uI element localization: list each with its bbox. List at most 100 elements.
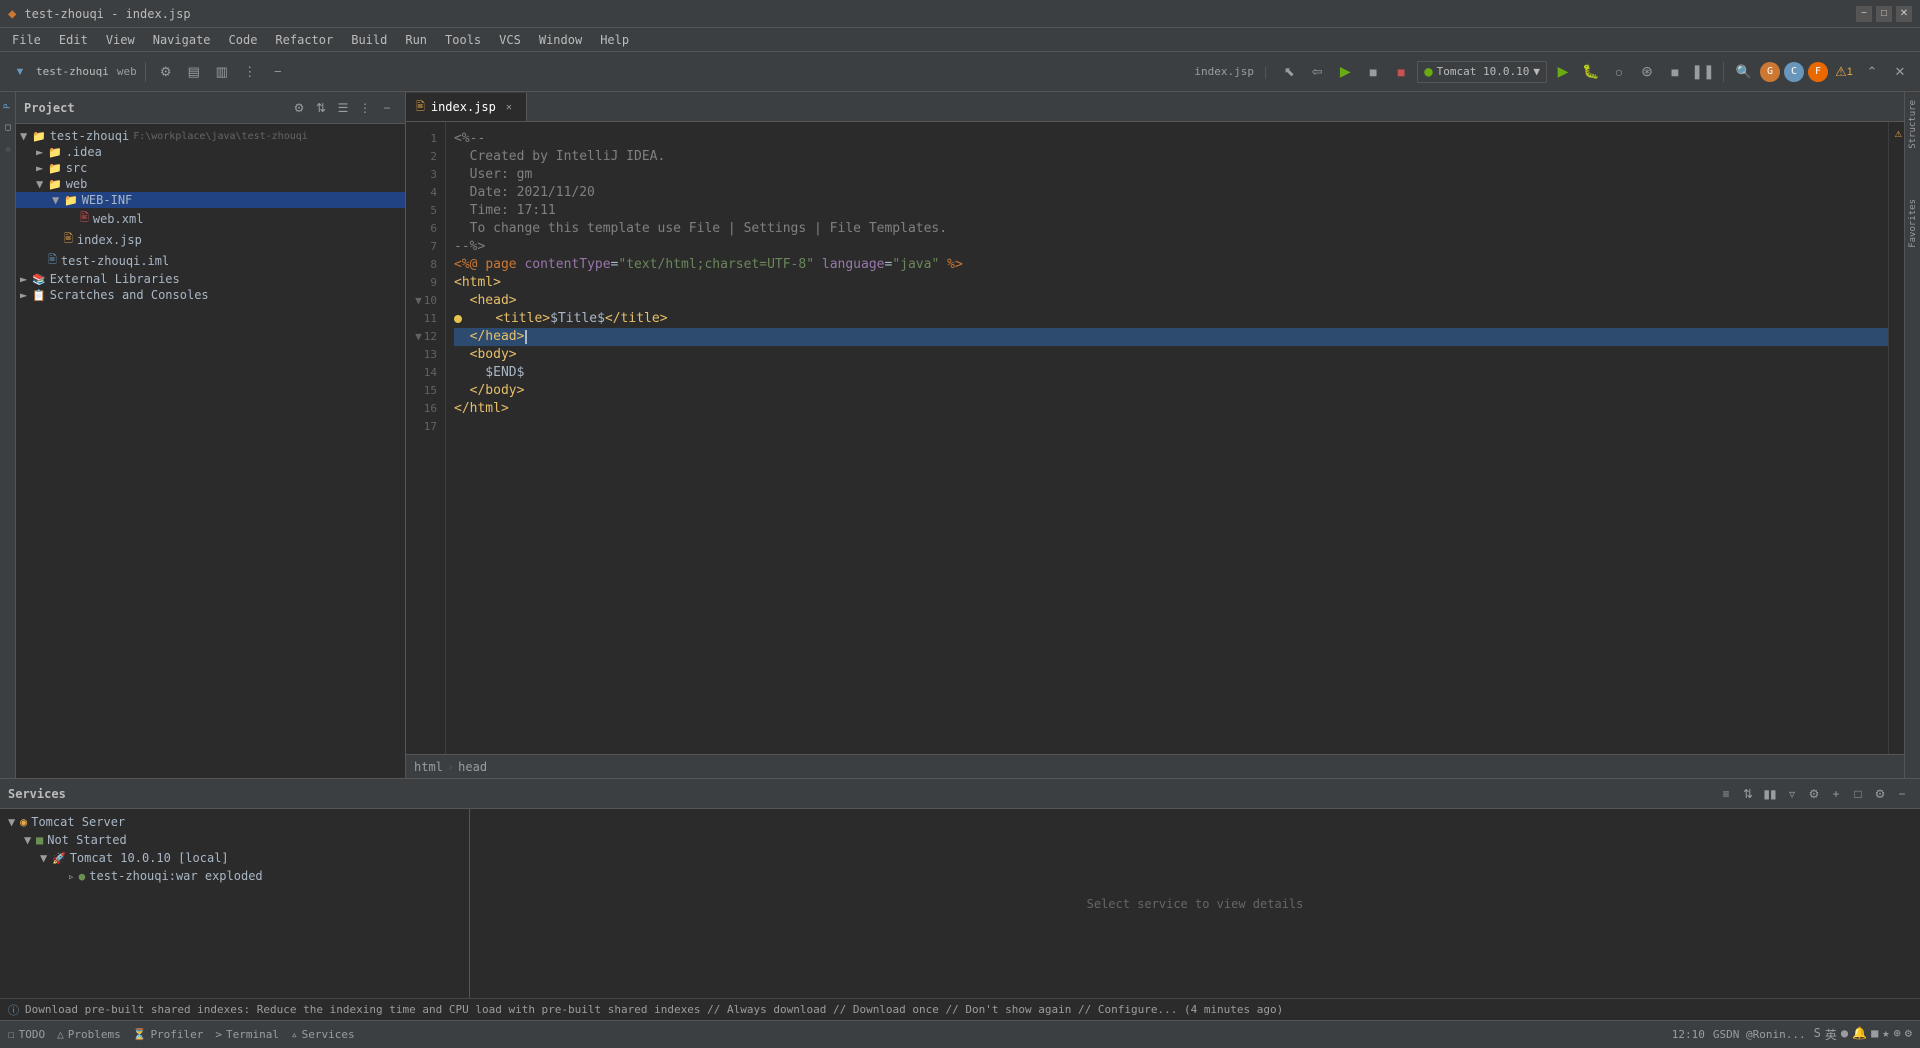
- breadcrumb-html[interactable]: html: [414, 760, 443, 774]
- breadcrumb-head[interactable]: head: [458, 760, 487, 774]
- menu-edit[interactable]: Edit: [51, 31, 96, 49]
- run-config-dropdown[interactable]: ● Tomcat 10.0.10 ▼: [1417, 61, 1547, 83]
- status-terminal[interactable]: > Terminal: [215, 1028, 279, 1041]
- menu-file[interactable]: File: [4, 31, 49, 49]
- code-line-2: Created by IntelliJ IDEA.: [454, 148, 1888, 166]
- line-num-8: 8: [406, 256, 445, 274]
- debug-btn[interactable]: 🐛: [1579, 60, 1603, 84]
- window-title: test-zhouqi - index.jsp: [24, 7, 190, 21]
- toolbar-collapse-btn[interactable]: ▤: [182, 60, 206, 84]
- toolbar-back-btn[interactable]: ⇦: [1305, 60, 1329, 84]
- status-icon-3[interactable]: ●: [1841, 1026, 1848, 1043]
- coverage-btn[interactable]: ○: [1607, 60, 1631, 84]
- menu-vcs[interactable]: VCS: [491, 31, 529, 49]
- build-button[interactable]: ■: [1361, 60, 1385, 84]
- code-editor[interactable]: 1 2 3 4 5 6 7 8 9 ▼10 11 ▼12 13 14 15 16…: [406, 122, 1904, 754]
- sidebar-fav-icon[interactable]: ☆: [1, 140, 15, 160]
- menu-window[interactable]: Window: [531, 31, 590, 49]
- line-num-4: 4: [406, 184, 445, 202]
- menu-navigate[interactable]: Navigate: [145, 31, 219, 49]
- favorites-label[interactable]: Favorites: [1904, 195, 1920, 252]
- sidebar-vcs-icon[interactable]: ▢: [1, 118, 15, 138]
- gutter-warning[interactable]: ⚠: [1895, 126, 1902, 140]
- tree-item-web[interactable]: ▼ 📁 web: [16, 176, 405, 192]
- debug-stop-button[interactable]: ■: [1389, 60, 1413, 84]
- svc-group[interactable]: ▮▮: [1760, 784, 1780, 804]
- close-button[interactable]: ✕: [1896, 6, 1912, 22]
- svc-item-not-started[interactable]: ▼ ■ Not Started: [0, 831, 469, 849]
- panel-gear-btn[interactable]: ⚙: [289, 98, 309, 118]
- menu-help[interactable]: Help: [592, 31, 637, 49]
- tree-item-ext-libs[interactable]: ► 📚 External Libraries: [16, 271, 405, 287]
- line-num-6: 6: [406, 220, 445, 238]
- svc-expand-panel[interactable]: □: [1848, 784, 1868, 804]
- sidebar-project-icon[interactable]: P: [1, 96, 15, 116]
- tree-item-root[interactable]: ▼ 📁 test-zhouqi F:\workplace\java\test-z…: [16, 128, 405, 144]
- tree-item-src[interactable]: ► 📁 src: [16, 160, 405, 176]
- status-icon-7[interactable]: ⊕: [1894, 1026, 1901, 1043]
- toolbar-settings-btn[interactable]: ⚙: [154, 60, 178, 84]
- status-icon-2[interactable]: 英: [1825, 1026, 1837, 1043]
- menu-refactor[interactable]: Refactor: [267, 31, 341, 49]
- tree-item-scratches[interactable]: ► 📋 Scratches and Consoles: [16, 287, 405, 303]
- panel-header-buttons: ⚙ ⇅ ☰ ⋮ −: [289, 98, 397, 118]
- menu-build[interactable]: Build: [343, 31, 395, 49]
- svc-expand-all[interactable]: ⇅: [1738, 784, 1758, 804]
- run-button[interactable]: ▶: [1333, 60, 1357, 84]
- pause-btn[interactable]: ❚❚: [1691, 60, 1715, 84]
- panel-minimize-btn[interactable]: −: [377, 98, 397, 118]
- svc-minimize[interactable]: −: [1892, 784, 1912, 804]
- menu-tools[interactable]: Tools: [437, 31, 489, 49]
- svc-filter[interactable]: ▿: [1782, 784, 1802, 804]
- panel-settings-btn[interactable]: ⋮: [355, 98, 375, 118]
- tree-item-web-inf[interactable]: ▼ 📁 WEB-INF: [16, 192, 405, 208]
- search-everywhere-btn[interactable]: 🔍: [1732, 60, 1756, 84]
- expand-btn[interactable]: ⌃: [1860, 60, 1884, 84]
- tree-item-webxml[interactable]: 🖹 web.xml: [16, 208, 405, 229]
- structure-label[interactable]: Structure: [1904, 96, 1920, 153]
- toolbar-gear-btn[interactable]: ⋮: [238, 60, 262, 84]
- minimize-button[interactable]: −: [1856, 6, 1872, 22]
- tree-item-iml[interactable]: 🖹 test-zhouqi.iml: [16, 250, 405, 271]
- maximize-button[interactable]: □: [1876, 6, 1892, 22]
- run-config-label: Tomcat 10.0.10: [1437, 65, 1530, 78]
- warning-btn[interactable]: ⚠ 1: [1832, 60, 1856, 84]
- status-icon-1[interactable]: S: [1814, 1026, 1821, 1043]
- toolbar-project-dropdown[interactable]: ▼: [8, 60, 32, 84]
- status-todo[interactable]: ☐ TODO: [8, 1028, 45, 1041]
- status-profiler[interactable]: ⏳ Profiler: [133, 1028, 204, 1041]
- toolbar-tab-label: index.jsp: [1194, 65, 1254, 78]
- toolbar-vcs-btn[interactable]: ⬉: [1277, 60, 1301, 84]
- close-editor-btn[interactable]: ✕: [1888, 60, 1912, 84]
- status-services[interactable]: ▵ Services: [291, 1028, 355, 1041]
- menu-run[interactable]: Run: [397, 31, 435, 49]
- menu-view[interactable]: View: [98, 31, 143, 49]
- svc-item-tomcat-local[interactable]: ▼ 🚀 Tomcat 10.0.10 [local]: [0, 849, 469, 867]
- svc-add[interactable]: +: [1826, 784, 1846, 804]
- svc-settings2[interactable]: ⚙: [1870, 784, 1890, 804]
- tree-item-indexjsp[interactable]: 🖹 index.jsp: [16, 229, 405, 250]
- status-icon-8[interactable]: ⚙: [1905, 1026, 1912, 1043]
- status-icon-5[interactable]: ■: [1871, 1026, 1878, 1043]
- svc-collapse-all[interactable]: ≡: [1716, 784, 1736, 804]
- panel-filter-btn[interactable]: ☰: [333, 98, 353, 118]
- profile-btn[interactable]: ⊛: [1635, 60, 1659, 84]
- status-icon-4[interactable]: 🔔: [1852, 1026, 1867, 1043]
- stop-btn[interactable]: ■: [1663, 60, 1687, 84]
- toolbar-close-btn[interactable]: −: [266, 60, 290, 84]
- tab-index-jsp[interactable]: 🖹 index.jsp ✕: [406, 93, 527, 121]
- menu-code[interactable]: Code: [221, 31, 266, 49]
- tree-item-idea[interactable]: ► 📁 .idea: [16, 144, 405, 160]
- panel-sort-btn[interactable]: ⇅: [311, 98, 331, 118]
- svc-settings[interactable]: ⚙: [1804, 784, 1824, 804]
- status-problems[interactable]: △ Problems: [57, 1028, 121, 1041]
- run-green-btn[interactable]: ▶: [1551, 60, 1575, 84]
- left-sidebar-icons: P ▢ ☆: [0, 92, 16, 778]
- svc-item-tomcat-server[interactable]: ▼ ◉ Tomcat Server: [0, 813, 469, 831]
- code-content[interactable]: <%-- Created by IntelliJ IDEA. User: gm …: [446, 122, 1888, 754]
- svc-item-war-exploded[interactable]: ▹ ● test-zhouqi:war exploded: [0, 867, 469, 885]
- status-icon-6[interactable]: ★: [1882, 1026, 1889, 1043]
- toolbar-expand-btn[interactable]: ▥: [210, 60, 234, 84]
- code-line-17: [454, 418, 1888, 436]
- tab-close-btn[interactable]: ✕: [502, 100, 516, 114]
